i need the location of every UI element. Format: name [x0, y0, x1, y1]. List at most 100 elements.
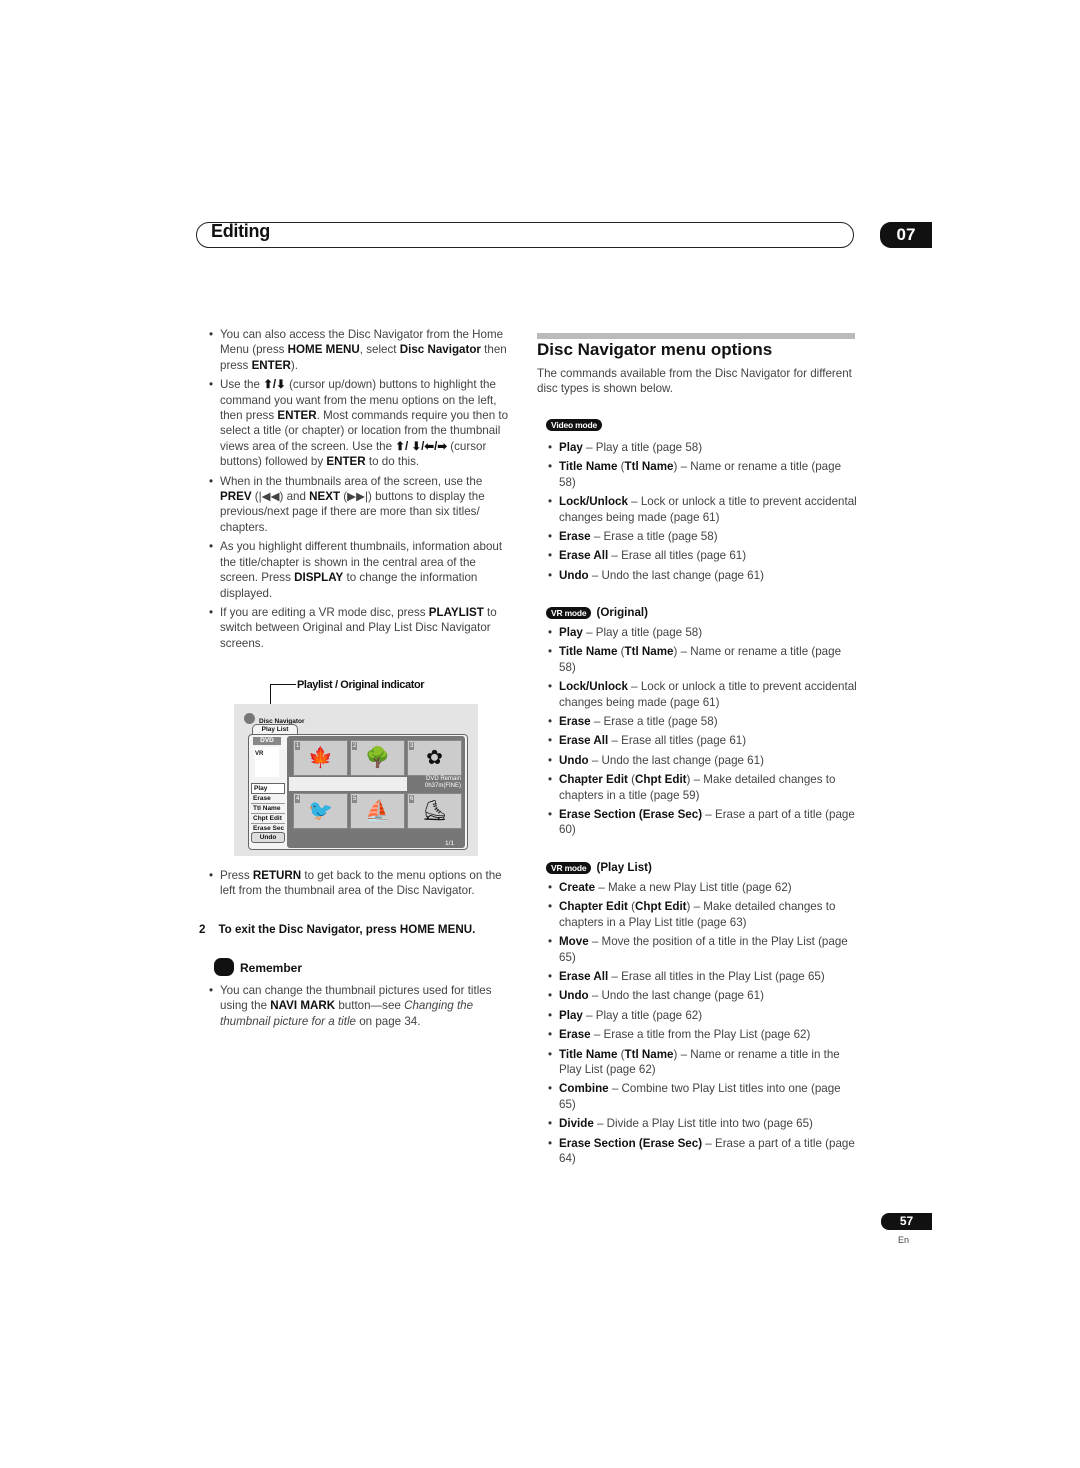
term: Erase All [559, 970, 609, 984]
term: Divide [559, 1117, 594, 1131]
text: – Erase all titles in the Play List (pag… [608, 970, 825, 984]
text: Press [220, 869, 253, 882]
text: ( [627, 773, 636, 787]
mode-badge: VR mode [546, 606, 592, 619]
section-title: Editing [211, 221, 270, 241]
lily-icon: ✿ [426, 747, 443, 769]
term: Create [559, 881, 596, 894]
text: If you are editing a VR mode disc, press [220, 605, 429, 619]
undo-menu-item[interactable]: Undo [251, 832, 285, 843]
list-item: Press RETURN to get back to the menu opt… [207, 868, 517, 899]
language-code: En [898, 1235, 910, 1245]
thumbnail[interactable]: 3 ✿ [407, 740, 462, 776]
mode-badge: Video mode [546, 418, 603, 431]
list-item: Erase All – Erase all titles (page 61) [546, 548, 858, 564]
list-item: Erase Section (Erase Sec) – Erase a part… [546, 807, 858, 838]
term: Combine [559, 1082, 609, 1096]
list-item: When in the thumbnails area of the scree… [207, 474, 517, 536]
term: Ttl Name [624, 645, 674, 659]
thumbnail[interactable]: 2 🌳 [350, 740, 405, 776]
tree-icon: 🌳 [365, 747, 390, 769]
instruction-list-2: Press RETURN to get back to the menu opt… [207, 868, 517, 903]
text: – Make a new Play List title (page 62) [595, 881, 792, 894]
list-item: Play – Play a title (page 58) [546, 625, 858, 641]
list-item: Title Name (Ttl Name) – Name or rename a… [546, 459, 858, 490]
video-mode-heading: Video mode [546, 417, 603, 432]
list-item: Undo – Undo the last change (page 61) [546, 753, 858, 769]
list-item: Title Name (Ttl Name) – Name or rename a… [546, 1047, 858, 1078]
menu-item[interactable]: Chpt Edit [251, 814, 285, 824]
heading-rule [537, 333, 855, 339]
term: HOME MENU [287, 343, 360, 357]
thumbnail-number: 3 [409, 742, 415, 750]
text: – Erase all titles (page 61) [608, 549, 747, 563]
text: – Undo the last change (page 61) [588, 753, 764, 767]
list-item: Erase – Erase a title from the Play List… [546, 1027, 858, 1043]
term: Play [559, 1008, 583, 1022]
term: NAVI MARK [270, 999, 336, 1013]
indicator-leader-line [270, 684, 296, 685]
text: – Play a title (page 58) [582, 626, 703, 639]
thumbnail[interactable]: 1 🍁 [293, 740, 348, 776]
chapter-number: 07 [880, 222, 932, 248]
instruction-list: You can also access the Disc Navigator f… [207, 327, 517, 655]
thumbnail[interactable]: 6 ⛸ [407, 793, 462, 829]
mode-label: (Original) [596, 606, 648, 620]
step-text: To exit the Disc Navigator, press HOME M… [218, 923, 473, 936]
section-header: Editing [196, 222, 854, 248]
text: – Undo the last change (page 61) [588, 989, 764, 1003]
text: ( [627, 900, 636, 914]
list-item: Create – Make a new Play List title (pag… [546, 880, 858, 896]
term: Title Name [559, 645, 618, 659]
info-bar [289, 777, 407, 791]
term: Erase Section (Erase Sec) [559, 808, 703, 822]
list-item: Erase – Erase a title (page 58) [546, 529, 858, 545]
text: to do this. [365, 455, 420, 469]
term: Undo [559, 989, 589, 1003]
list-item: Use the ⬆/⬇ (cursor up/down) buttons to … [207, 377, 517, 469]
list-item: Undo – Undo the last change (page 61) [546, 988, 858, 1004]
list-item: Chapter Edit (Chpt Edit) – Make detailed… [546, 772, 858, 803]
mode-badge: VR mode [546, 861, 592, 874]
term: Erase [559, 1028, 591, 1042]
thumbnail-number: 5 [352, 795, 358, 803]
term: Chpt Edit [635, 773, 687, 787]
section-heading: Disc Navigator menu options [537, 340, 773, 359]
vr-playlist-heading: VR mode (Play List) [546, 860, 652, 876]
list-item: Lock/Unlock – Lock or unlock a title to … [546, 679, 858, 710]
term: Chpt Edit [635, 900, 687, 914]
text: ( [617, 1047, 625, 1061]
term: Title Name [559, 1047, 618, 1061]
step-number: 2 [199, 923, 206, 936]
remember-list: You can change the thumbnail pictures us… [207, 983, 517, 1033]
term: ⬆/ ⬇/⬅/➡ [395, 439, 448, 453]
list-item: Erase All – Erase all titles (page 61) [546, 733, 858, 749]
page-number: 57 [881, 1213, 932, 1230]
list-item: Divide – Divide a Play List title into t… [546, 1116, 858, 1132]
term: Undo [559, 753, 589, 767]
term: Play [559, 441, 583, 454]
term: Erase All [559, 734, 609, 748]
thumbnail-number: 1 [295, 742, 301, 750]
text: – Play a title (page 58) [582, 441, 703, 454]
list-item: Title Name (Ttl Name) – Name or rename a… [546, 644, 858, 675]
remain-info: DVD Remain 0h37m(FINE) [411, 776, 461, 790]
term: PLAYLIST [428, 605, 484, 619]
menu-item[interactable]: Erase [251, 794, 285, 804]
menu-item[interactable]: Play [251, 783, 285, 794]
thumbnail[interactable]: 5 ⛵ [350, 793, 405, 829]
list-item: You can change the thumbnail pictures us… [207, 983, 517, 1029]
term: Ttl Name [624, 1047, 674, 1061]
list-item: Lock/Unlock – Lock or unlock a title to … [546, 494, 858, 525]
vr-playlist-list: Create – Make a new Play List title (pag… [546, 880, 858, 1171]
thumbnail[interactable]: 4 🐦 [293, 793, 348, 829]
term: Play [559, 626, 583, 639]
text: – Play a title (page 62) [582, 1008, 703, 1022]
remember-icon [214, 958, 234, 976]
manual-page: Editing 07 You can also access the Disc … [0, 0, 1080, 1468]
menu-item[interactable]: Ttl Name [251, 804, 285, 814]
list-item: Chapter Edit (Chpt Edit) – Make detailed… [546, 899, 858, 930]
list-item: Erase – Erase a title (page 58) [546, 714, 858, 730]
thumbnail-area: 1 🍁 2 🌳 3 ✿ 4 🐦 5 ⛵ 6 ⛸ DVD Remain 0h37m(FINE) 1/1 [287, 736, 465, 848]
mode-label: (Play List) [596, 861, 652, 875]
